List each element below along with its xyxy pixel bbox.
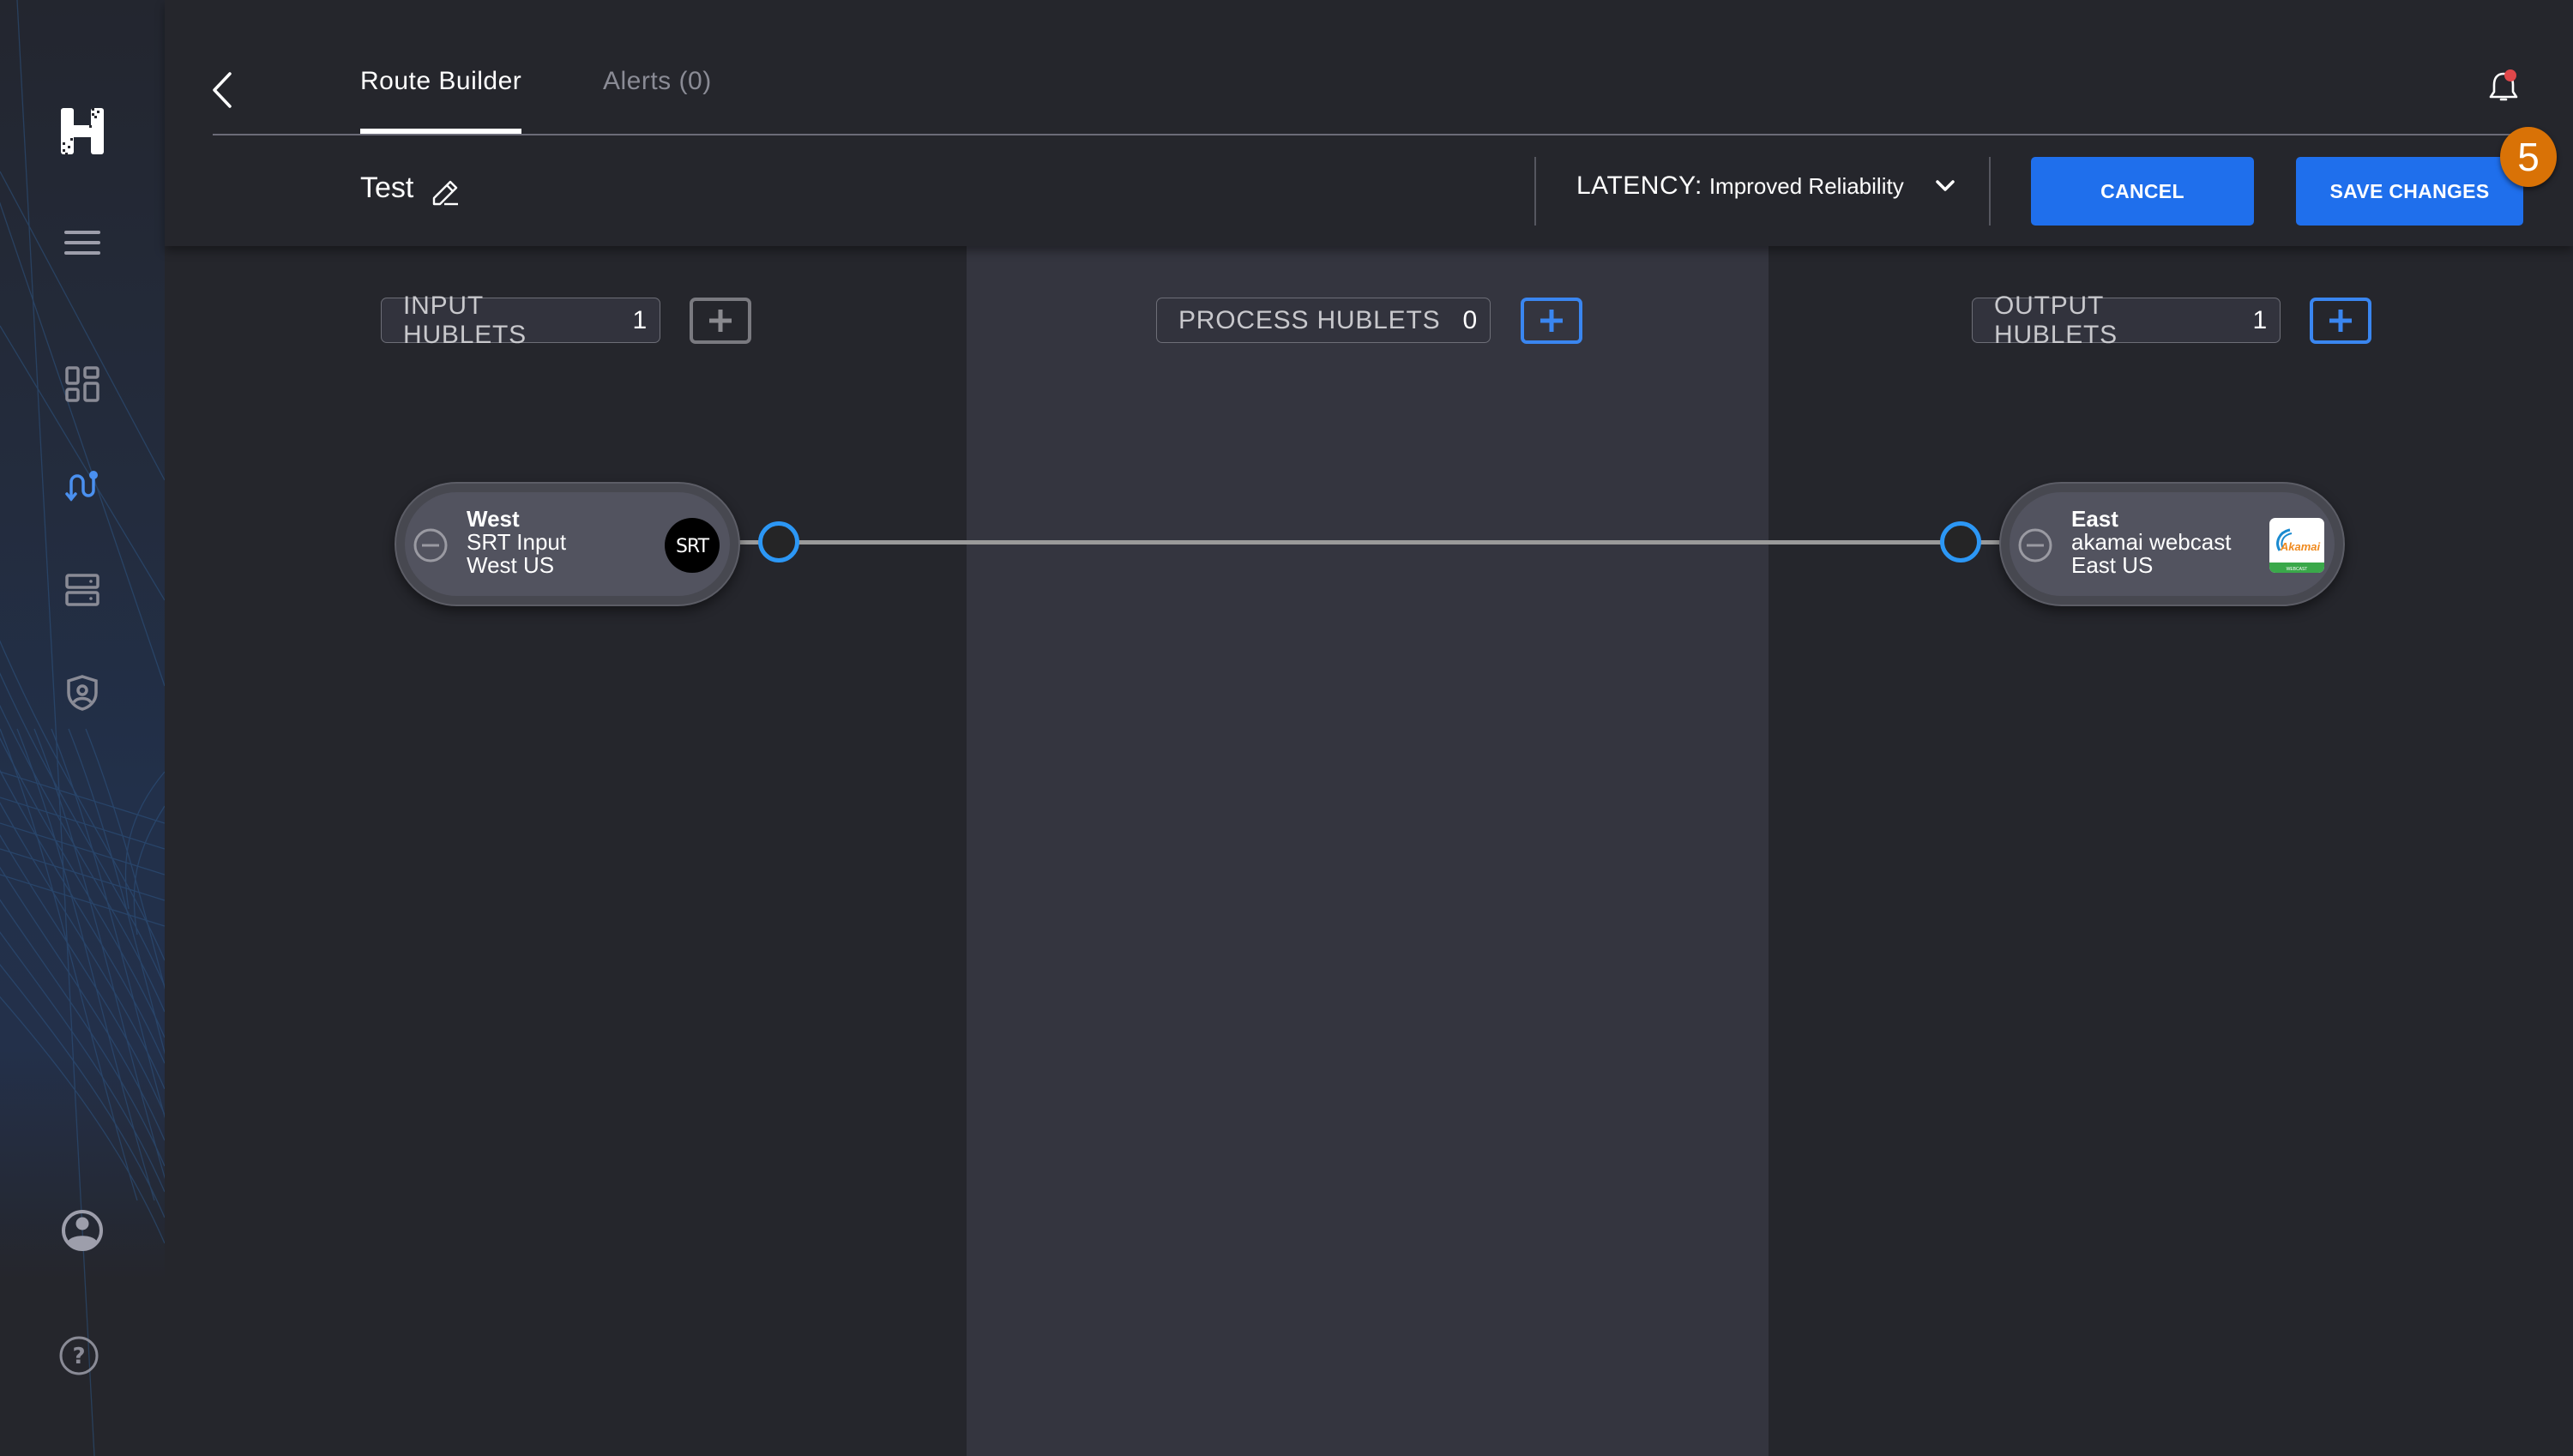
chevron-down-icon (1935, 180, 1955, 191)
dashboard-icon[interactable] (65, 366, 99, 402)
back-button[interactable] (208, 69, 242, 111)
sidebar: ? (0, 0, 165, 1456)
latency-label: LATENCY: (1576, 171, 1702, 200)
process-hublets-header: PROCESS HUBLETS 0 (1156, 298, 1491, 343)
process-column (967, 246, 1769, 1456)
chevron-left-icon (213, 72, 232, 108)
bell-icon (2489, 69, 2518, 101)
header-divider-right (1989, 157, 1991, 226)
plus-icon (709, 310, 732, 332)
tab-route-builder-label: Route Builder (360, 67, 522, 95)
tab-divider (213, 134, 2511, 135)
step-badge: 5 (2500, 127, 2557, 187)
plus-icon (1540, 310, 1563, 332)
header-divider-left (1534, 157, 1536, 226)
security-shield-icon[interactable] (66, 674, 99, 712)
svg-text:SRT: SRT (676, 536, 710, 557)
output-hublet-node[interactable]: East akamai webcast East US Akamai WEBCA… (1999, 482, 2345, 606)
help-icon[interactable]: ? (58, 1335, 99, 1376)
user-account-icon[interactable] (61, 1209, 104, 1252)
input-hublets-header: INPUT HUBLETS 1 (381, 292, 660, 349)
output-hublets-header: OUTPUT HUBLETS 1 (1972, 292, 2281, 349)
output-hublets-label: OUTPUT HUBLETS (1994, 291, 2118, 349)
node-region: West US (467, 552, 555, 578)
input-hublets-count: 1 (632, 305, 648, 334)
akamai-webcast-logo-icon: Akamai WEBCAST (2269, 518, 2324, 573)
srt-logo-icon: SRT (665, 518, 720, 573)
route-icon[interactable] (65, 470, 99, 502)
node-info: East akamai webcast East US (2071, 508, 2231, 577)
app-root: ? Route Builder Alerts (0) Test LATENCY:… (0, 0, 2573, 1456)
tab-route-builder[interactable]: Route Builder (360, 67, 522, 134)
tab-alerts-label: Alerts (0) (603, 67, 712, 95)
svg-text:?: ? (72, 1344, 85, 1369)
add-output-hublet-button[interactable] (2310, 298, 2371, 344)
input-hublet-node[interactable]: West SRT Input West US SRT (395, 482, 740, 606)
tab-alerts[interactable]: Alerts (0) (603, 67, 712, 134)
latency-value: Improved Reliability (1708, 172, 1904, 199)
add-input-hublet-button[interactable] (690, 298, 751, 344)
input-hublets-label: INPUT HUBLETS (403, 291, 527, 349)
menu-icon[interactable] (64, 230, 100, 256)
node-info: West SRT Input West US (467, 508, 566, 577)
notifications-button[interactable] (2485, 69, 2522, 106)
route-canvas: INPUT HUBLETS 1 PROCESS HUBLETS 0 OUTPUT… (165, 246, 2573, 1456)
node-title: East (2071, 506, 2118, 532)
process-hublets-count: 0 (1462, 305, 1478, 334)
process-hublets-label: PROCESS HUBLETS (1178, 305, 1441, 334)
input-output-connector[interactable] (758, 521, 799, 563)
hubl-logo[interactable] (61, 106, 104, 156)
header: Route Builder Alerts (0) Test LATENCY: I… (165, 0, 2573, 246)
remove-hublet-icon[interactable] (2018, 528, 2052, 563)
latency-dropdown[interactable]: LATENCY: Improved Reliability (1576, 171, 1957, 201)
save-changes-button[interactable]: SAVE CHANGES (2296, 157, 2523, 226)
pencil-icon (432, 180, 458, 206)
notification-dot (2504, 69, 2516, 81)
node-region: East US (2071, 552, 2154, 578)
remove-hublet-icon[interactable] (413, 528, 448, 563)
route-link-line (738, 540, 2002, 544)
output-input-connector[interactable] (1940, 521, 1981, 563)
plus-icon (2329, 310, 2352, 332)
server-icon[interactable] (65, 573, 99, 607)
route-name: Test (360, 171, 414, 204)
node-title: West (467, 506, 520, 532)
cancel-button[interactable]: CANCEL (2031, 157, 2254, 226)
add-process-hublet-button[interactable] (1521, 298, 1582, 344)
node-type: SRT Input (467, 529, 567, 555)
output-hublets-count: 1 (2252, 305, 2268, 334)
edit-route-name-button[interactable] (431, 177, 461, 208)
node-type: akamai webcast (2071, 529, 2232, 555)
svg-text:Akamai: Akamai (2280, 540, 2321, 553)
svg-text:WEBCAST: WEBCAST (2287, 567, 2308, 572)
